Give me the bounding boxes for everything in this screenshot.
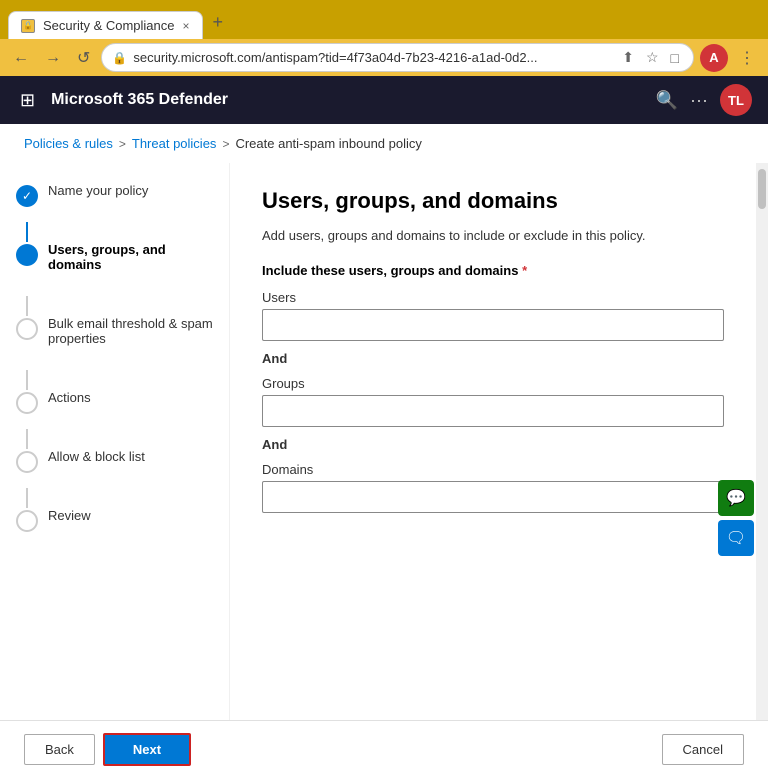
address-bar-wrapper[interactable]: 🔒 security.microsoft.com/antispam?tid=4f… — [101, 43, 694, 72]
next-button[interactable]: Next — [103, 733, 191, 766]
more-icon[interactable]: ··· — [690, 90, 708, 111]
step-wrapper-actions: Actions — [16, 390, 213, 449]
browser-chrome: 🔒 Security & Compliance × + ← → ↺ 🔒 secu… — [0, 0, 768, 76]
users-input[interactable] — [262, 309, 724, 341]
step-wrapper-allowblock: Allow & block list — [16, 449, 213, 508]
back-button[interactable]: Back — [24, 734, 95, 765]
search-icon[interactable]: 🔍 — [656, 90, 678, 111]
feedback-icon: 🗨 — [726, 528, 746, 548]
step-icon-bulk — [16, 318, 38, 340]
address-bar-row: ← → ↺ 🔒 security.microsoft.com/antispam?… — [0, 39, 768, 76]
address-text: security.microsoft.com/antispam?tid=4f73… — [133, 50, 612, 65]
domains-input[interactable] — [262, 481, 724, 513]
waffle-icon[interactable]: ⊞ — [16, 86, 39, 115]
chat-action-button[interactable]: 💬 — [718, 480, 754, 516]
step-wrapper-name: ✓ Name your policy — [16, 183, 213, 242]
step-label-users[interactable]: Users, groups, and domains — [48, 242, 213, 296]
tab-title: Security & Compliance — [43, 18, 175, 33]
profile-avatar[interactable]: A — [700, 44, 728, 72]
chat-icon: 💬 — [726, 488, 746, 508]
step-line-4 — [26, 429, 28, 449]
cancel-button[interactable]: Cancel — [662, 734, 744, 765]
groups-input[interactable] — [262, 395, 724, 427]
step-item-bulk: Bulk email threshold & spam properties — [16, 316, 213, 370]
tab-bar: 🔒 Security & Compliance × + — [0, 0, 768, 39]
main-content: Policies & rules > Threat policies > Cre… — [0, 124, 768, 778]
tab-favicon: 🔒 — [21, 19, 35, 33]
step-item-actions: Actions — [16, 390, 213, 429]
forward-button[interactable]: → — [40, 45, 66, 71]
users-label: Users — [262, 290, 724, 305]
tab-close-icon[interactable]: × — [183, 19, 190, 33]
groups-label: Groups — [262, 376, 724, 391]
active-tab[interactable]: 🔒 Security & Compliance × — [8, 11, 203, 39]
step-item-allowblock: Allow & block list — [16, 449, 213, 488]
field-group-users: Users — [262, 290, 724, 341]
step-label-allowblock[interactable]: Allow & block list — [48, 449, 145, 488]
and-label-2: And — [262, 437, 724, 452]
breadcrumb-current: Create anti-spam inbound policy — [235, 136, 421, 151]
refresh-button[interactable]: ↺ — [72, 44, 95, 72]
step-line-2 — [26, 296, 28, 316]
field-group-domains: Domains — [262, 462, 724, 513]
step-icon-users — [16, 244, 38, 266]
breadcrumb-link-threat[interactable]: Threat policies — [132, 136, 217, 151]
and-label-1: And — [262, 351, 724, 366]
footer: Back Next Cancel — [0, 720, 768, 778]
extension-btn[interactable]: □ — [667, 47, 683, 68]
domains-label: Domains — [262, 462, 724, 477]
field-group-groups: Groups — [262, 376, 724, 427]
step-label-bulk[interactable]: Bulk email threshold & spam properties — [48, 316, 213, 370]
lock-icon: 🔒 — [112, 51, 127, 65]
step-wrapper-users: Users, groups, and domains — [16, 242, 213, 316]
step-icon-review — [16, 510, 38, 532]
share-btn[interactable]: ⬆ — [618, 47, 638, 68]
step-line-3 — [26, 370, 28, 390]
feedback-action-button[interactable]: 🗨 — [718, 520, 754, 556]
step-wrapper-bulk: Bulk email threshold & spam properties — [16, 316, 213, 390]
step-label-actions[interactable]: Actions — [48, 390, 91, 429]
content-wrapper: ✓ Name your policy Users, groups, and do… — [0, 163, 768, 720]
form-area: Users, groups, and domains Add users, gr… — [230, 163, 756, 720]
stepper: ✓ Name your policy Users, groups, and do… — [0, 163, 230, 720]
favorite-btn[interactable]: ☆ — [642, 47, 663, 68]
step-icon-name: ✓ — [16, 185, 38, 207]
step-line-1 — [26, 222, 28, 242]
new-tab-button[interactable]: + — [203, 6, 234, 39]
step-item-users: Users, groups, and domains — [16, 242, 213, 296]
section-label: Include these users, groups and domains … — [262, 263, 724, 278]
breadcrumb-sep-1: > — [119, 137, 126, 151]
step-item-review: Review — [16, 508, 213, 547]
breadcrumb-sep-2: > — [222, 137, 229, 151]
step-wrapper-review: Review — [16, 508, 213, 547]
back-button[interactable]: ← — [8, 45, 34, 71]
required-star: * — [522, 263, 527, 278]
step-label-review[interactable]: Review — [48, 508, 91, 547]
form-description: Add users, groups and domains to include… — [262, 228, 724, 243]
step-icon-allowblock — [16, 451, 38, 473]
more-button[interactable]: ⋮ — [734, 44, 760, 72]
step-label-name[interactable]: Name your policy — [48, 183, 148, 222]
app-title: Microsoft 365 Defender — [51, 91, 644, 109]
scroll-thumb[interactable] — [758, 169, 766, 209]
scroll-rail[interactable] — [756, 163, 768, 720]
step-item-name: ✓ Name your policy — [16, 183, 213, 222]
step-line-5 — [26, 488, 28, 508]
address-actions: ⬆ ☆ □ — [618, 47, 683, 68]
user-avatar[interactable]: TL — [720, 84, 752, 116]
breadcrumb-link-policies[interactable]: Policies & rules — [24, 136, 113, 151]
step-icon-actions — [16, 392, 38, 414]
breadcrumb: Policies & rules > Threat policies > Cre… — [0, 124, 768, 163]
app-bar: ⊞ Microsoft 365 Defender 🔍 ··· TL — [0, 76, 768, 124]
form-title: Users, groups, and domains — [262, 187, 724, 216]
